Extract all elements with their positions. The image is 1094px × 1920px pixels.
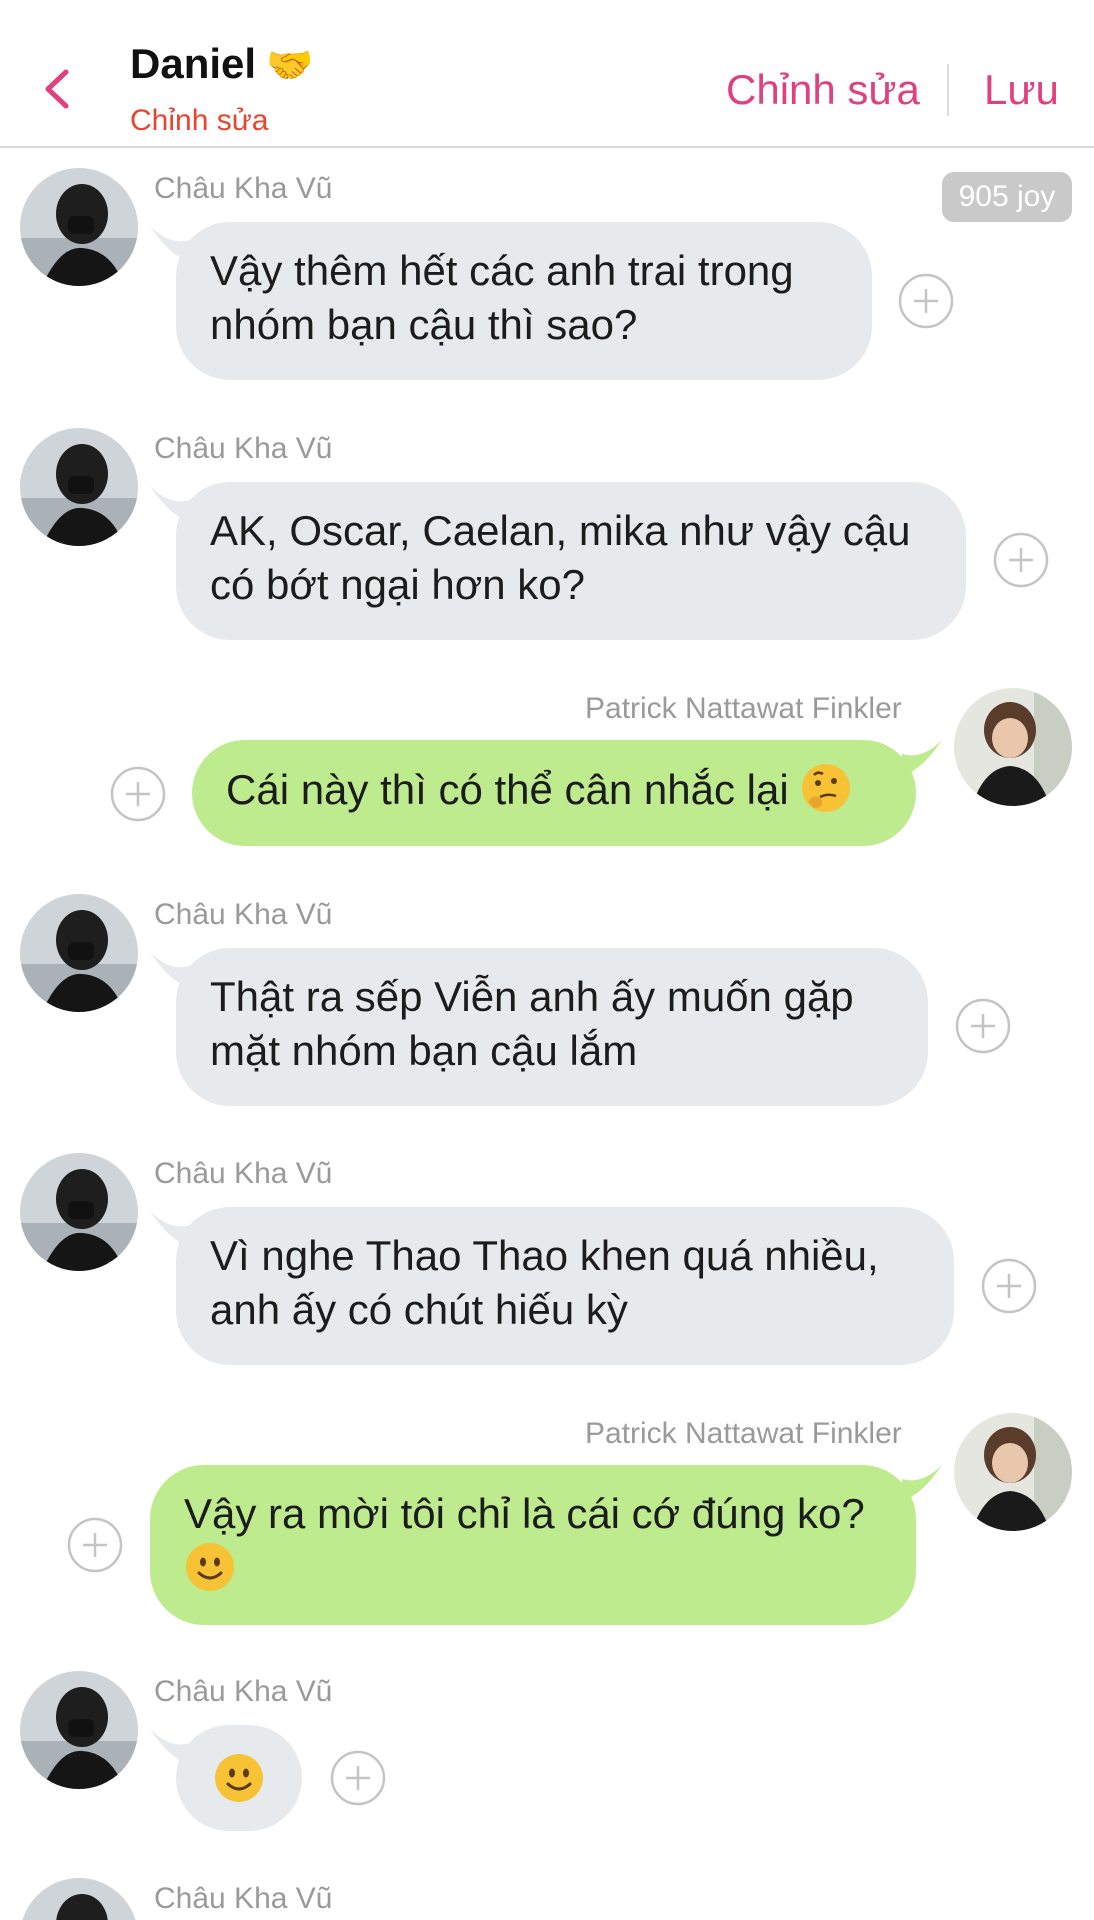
add-reaction-icon[interactable] bbox=[955, 998, 1011, 1054]
sender-name: Patrick Nattawat Finkler bbox=[585, 692, 902, 725]
avatar-chau-kha-vu[interactable] bbox=[20, 1671, 138, 1789]
add-reaction-icon[interactable] bbox=[898, 273, 954, 329]
avatar-patrick[interactable] bbox=[954, 1413, 1072, 1531]
add-reaction-icon[interactable] bbox=[330, 1750, 386, 1806]
add-reaction-icon[interactable] bbox=[993, 532, 1049, 588]
message-text-line: có bớt ngại hơn ko? bbox=[210, 561, 585, 608]
message-bubble[interactable]: Vì nghe Thao Thao khen quá nhiều, anh ấy… bbox=[176, 1207, 954, 1365]
avatar-patrick[interactable] bbox=[954, 688, 1072, 806]
sender-name: Châu Kha Vũ bbox=[154, 1157, 333, 1190]
sender-name: Châu Kha Vũ bbox=[154, 1882, 333, 1915]
add-reaction-icon[interactable] bbox=[67, 1517, 123, 1573]
message-text-line: AK, Oscar, Caelan, mika như vậy cậu bbox=[210, 507, 911, 554]
message-bubble[interactable]: Cái này thì có thể cân nhắc lại bbox=[192, 740, 916, 846]
message-text-line: Thật ra sếp Viễn anh ấy muốn gặp bbox=[210, 973, 854, 1020]
sender-name: Châu Kha Vũ bbox=[154, 898, 333, 931]
message-bubble[interactable]: Vậy thêm hết các anh trai trong nhóm bạn… bbox=[176, 222, 872, 380]
message-text-line: Vậy thêm hết các anh trai trong bbox=[210, 247, 794, 294]
message-text-line: anh ấy có chút hiếu kỳ bbox=[210, 1286, 628, 1333]
message-bubble[interactable]: Vậy ra mời tôi chỉ là cái cớ đúng ko? bbox=[150, 1465, 916, 1625]
sender-name: Châu Kha Vũ bbox=[154, 172, 333, 205]
add-reaction-icon[interactable] bbox=[981, 1258, 1037, 1314]
sender-name: Châu Kha Vũ bbox=[154, 432, 333, 465]
message-text-line: Vậy ra mời tôi chỉ là cái cớ đúng ko? bbox=[184, 1490, 865, 1537]
avatar-chau-kha-vu[interactable] bbox=[20, 1878, 138, 1920]
message-bubble[interactable] bbox=[176, 1725, 302, 1831]
thinking-face-icon bbox=[800, 762, 852, 814]
chat-title-text: Daniel bbox=[130, 40, 257, 87]
sender-name: Châu Kha Vũ bbox=[154, 1675, 333, 1708]
message-bubble[interactable]: Thật ra sếp Viễn anh ấy muốn gặp mặt nhó… bbox=[176, 948, 928, 1106]
slightly-smiling-face-icon bbox=[184, 1541, 236, 1593]
slightly-smiling-face-icon bbox=[213, 1752, 265, 1804]
edit-button[interactable]: Chỉnh sửa bbox=[726, 66, 920, 114]
avatar-chau-kha-vu[interactable] bbox=[20, 168, 138, 286]
avatar-chau-kha-vu[interactable] bbox=[20, 1153, 138, 1271]
message-text-line: mặt nhóm bạn cậu lắm bbox=[210, 1027, 638, 1074]
message-text-line: nhóm bạn cậu thì sao? bbox=[210, 301, 638, 348]
save-button[interactable]: Lưu bbox=[984, 66, 1059, 114]
message-text-line: Cái này thì có thể cân nhắc lại bbox=[226, 762, 882, 817]
add-reaction-icon[interactable] bbox=[110, 766, 166, 822]
joy-balance-badge: 905 joy bbox=[942, 172, 1072, 222]
message-text-line bbox=[184, 1541, 882, 1596]
header-divider bbox=[947, 64, 949, 116]
message-bubble[interactable]: AK, Oscar, Caelan, mika như vậy cậu có b… bbox=[176, 482, 966, 640]
chat-header: Daniel 🤝 Chỉnh sửa Chỉnh sửa Lưu bbox=[0, 0, 1094, 148]
message-text: Cái này thì có thể cân nhắc lại bbox=[226, 766, 789, 813]
handshake-icon: 🤝 bbox=[266, 45, 314, 87]
avatar-chau-kha-vu[interactable] bbox=[20, 428, 138, 546]
back-chevron-icon[interactable] bbox=[40, 66, 74, 112]
sender-name: Patrick Nattawat Finkler bbox=[585, 1417, 902, 1450]
avatar-chau-kha-vu[interactable] bbox=[20, 894, 138, 1012]
chat-title: Daniel 🤝 bbox=[130, 40, 313, 88]
chat-subtitle[interactable]: Chỉnh sửa bbox=[130, 104, 269, 138]
message-text-line: Vì nghe Thao Thao khen quá nhiều, bbox=[210, 1232, 879, 1279]
